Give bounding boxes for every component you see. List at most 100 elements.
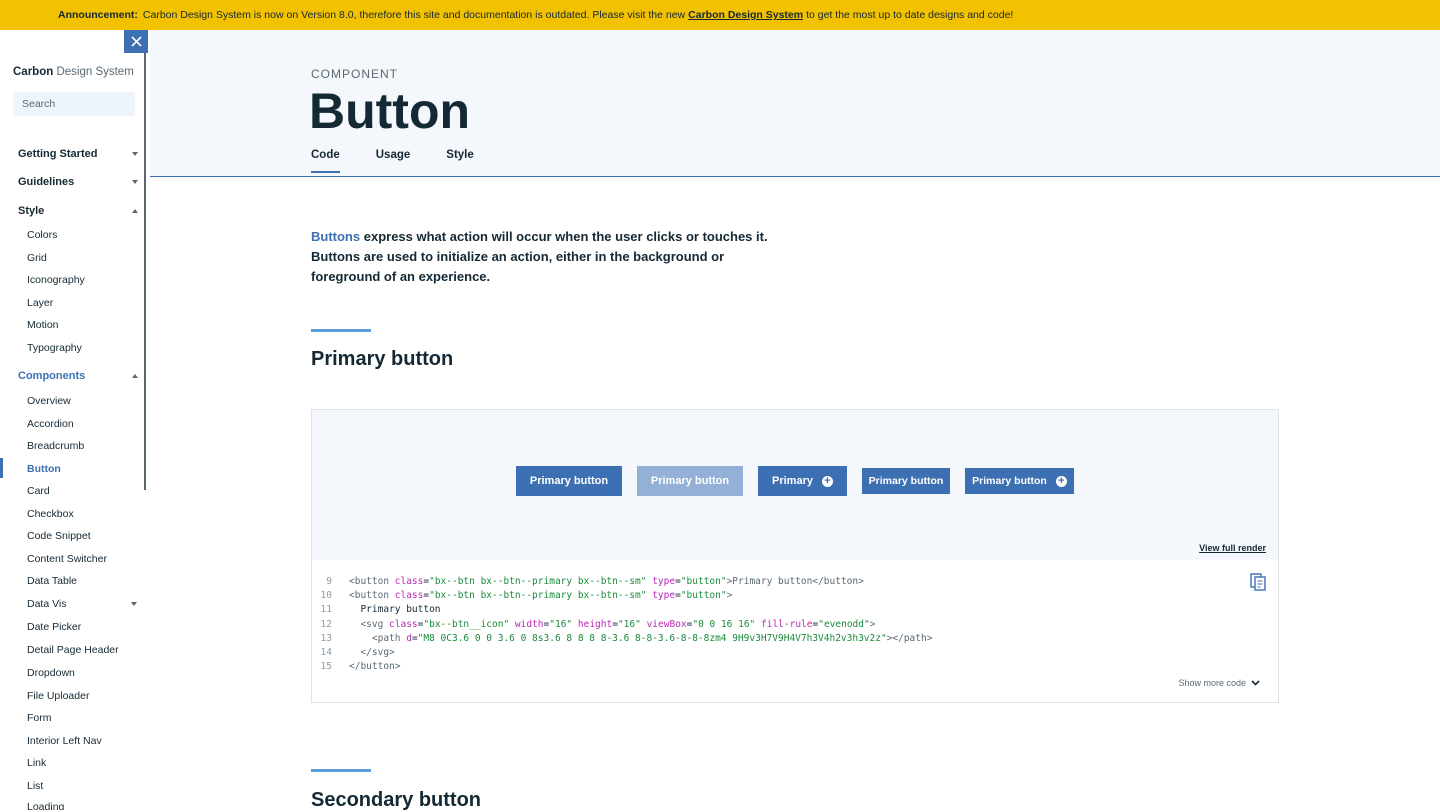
chevron-down-icon xyxy=(131,602,137,606)
announcement-text-end: to get the most up to date designs and c… xyxy=(806,9,1014,21)
code-token: "button" xyxy=(680,590,727,601)
sidebar-item-detail-page-header[interactable]: Detail Page Header xyxy=(27,644,137,656)
announcement-text: Carbon Design System is now on Version 8… xyxy=(142,9,686,21)
sidebar-item-data-table[interactable]: Data Table xyxy=(27,575,137,587)
code-token: class xyxy=(394,576,424,587)
sidebar-item-list[interactable]: List xyxy=(27,780,137,792)
code-token: <path xyxy=(349,633,407,644)
demo-primary-icon-button-small[interactable]: Primary button + xyxy=(965,468,1074,494)
code-token: "16" xyxy=(549,619,573,630)
button-label: Primary button xyxy=(868,475,944,487)
sidebar-scrollbar[interactable] xyxy=(144,30,146,490)
sidebar-item-form[interactable]: Form xyxy=(27,712,137,724)
buttons-link[interactable]: Buttons xyxy=(311,229,360,244)
component-demo: Primary button Primary button Primary + P… xyxy=(311,409,1279,703)
chevron-up-icon xyxy=(132,374,138,378)
line-number: 13 xyxy=(320,633,332,644)
nav-section-guidelines[interactable]: Guidelines xyxy=(18,176,138,188)
demo-primary-button[interactable]: Primary button xyxy=(516,466,622,496)
nav-section-style[interactable]: Style xyxy=(18,205,138,217)
sidebar-item-layer[interactable]: Layer xyxy=(27,297,137,309)
button-label: Primary button xyxy=(972,475,1047,487)
brand-light: Design System xyxy=(56,66,134,78)
sidebar-item-iconography[interactable]: Iconography xyxy=(27,274,137,286)
chevron-up-icon xyxy=(132,209,138,213)
code-token: "button" xyxy=(680,576,727,587)
sidebar-item-interior-left-nav[interactable]: Interior Left Nav xyxy=(27,735,137,747)
page-title: Button xyxy=(309,83,471,139)
sidebar-item-colors[interactable]: Colors xyxy=(27,229,137,241)
button-label: Primary button xyxy=(650,475,730,487)
code-line: 12 <svg class = "bx--btn__icon" width = "16"… xyxy=(312,619,876,633)
code-token: type xyxy=(652,576,676,587)
show-more-code-button[interactable]: Show more code xyxy=(1178,678,1260,688)
chevron-down-icon xyxy=(132,180,138,184)
sidebar-item-data-vis[interactable]: Data Vis xyxy=(27,598,137,610)
sidebar-item-label: Motion xyxy=(27,319,59,331)
tab-code[interactable]: Code xyxy=(311,149,340,173)
code-token: >Primary button</button> xyxy=(726,576,864,587)
sidebar-item-grid[interactable]: Grid xyxy=(27,252,137,264)
announcement-link[interactable]: Carbon Design System xyxy=(688,9,803,21)
line-number: 15 xyxy=(320,661,332,672)
code-token: ></path> xyxy=(886,633,933,644)
copy-icon[interactable] xyxy=(1250,573,1266,591)
sidebar-item-overview[interactable]: Overview xyxy=(27,395,137,407)
button-label: Primary button xyxy=(529,475,609,487)
section-rule xyxy=(311,329,371,332)
sidebar-item-checkbox[interactable]: Checkbox xyxy=(27,508,137,520)
sidebar-item-card[interactable]: Card xyxy=(27,485,137,497)
code-line: 9 <button class = "bx--btn bx--btn--primar… xyxy=(312,576,864,590)
sidebar-item-label: Iconography xyxy=(27,274,85,286)
sidebar-item-content-switcher[interactable]: Content Switcher xyxy=(27,553,137,565)
sidebar-item-label: Loading xyxy=(27,801,65,810)
code-token: class xyxy=(389,619,418,630)
demo-primary-icon-button[interactable]: Primary + xyxy=(758,466,847,496)
sidebar-item-typography[interactable]: Typography xyxy=(27,342,137,354)
sidebar-item-breadcrumb[interactable]: Breadcrumb xyxy=(27,440,137,452)
section-title-secondary: Secondary button xyxy=(311,789,482,811)
tab-usage[interactable]: Usage xyxy=(376,149,411,173)
sidebar-item-file-uploader[interactable]: File Uploader xyxy=(27,690,137,702)
search-input[interactable] xyxy=(13,92,135,116)
sidebar-item-loading[interactable]: Loading xyxy=(27,801,137,810)
sidebar-item-label: Overview xyxy=(27,395,71,407)
intro-paragraph: Buttons express what action will occur w… xyxy=(311,227,771,287)
add-icon: + xyxy=(821,475,833,487)
brand-logo[interactable]: Carbon Design System xyxy=(13,66,134,78)
sidebar-item-label: Form xyxy=(27,712,52,724)
sidebar-item-label: Typography xyxy=(27,342,82,354)
code-token: "M8 0C3.6 0 0 3.6 0 8s3.6 8 8 8 8-3.6 8-… xyxy=(417,633,887,644)
close-sidebar-button[interactable] xyxy=(124,30,148,53)
demo-primary-button-small[interactable]: Primary button xyxy=(862,468,950,494)
sidebar-item-date-picker[interactable]: Date Picker xyxy=(27,621,137,633)
view-full-render-link[interactable]: View full render xyxy=(1199,543,1266,553)
sidebar-item-code-snippet[interactable]: Code Snippet xyxy=(27,530,137,542)
sidebar-item-label: File Uploader xyxy=(27,690,90,702)
sidebar-item-motion[interactable]: Motion xyxy=(27,319,137,331)
sidebar-item-button[interactable]: Button xyxy=(27,463,137,475)
code-token: class xyxy=(394,590,424,601)
nav-section-getting-started[interactable]: Getting Started xyxy=(18,148,138,160)
close-icon xyxy=(130,36,142,47)
sidebar-item-link[interactable]: Link xyxy=(27,757,137,769)
sidebar-item-label: List xyxy=(27,780,44,792)
nav-section-label: Getting Started xyxy=(18,148,98,160)
code-line: 10 <button class = "bx--btn bx--btn--prima… xyxy=(312,590,733,604)
tab-style[interactable]: Style xyxy=(446,149,474,173)
code-line: 15 </button> xyxy=(312,661,401,675)
code-token: > xyxy=(726,590,733,601)
section-rule xyxy=(311,769,371,772)
line-number: 14 xyxy=(320,647,332,658)
intro-text: express what action will occur when the … xyxy=(311,229,768,284)
sidebar: Carbon Design System Getting Started Gui… xyxy=(0,30,150,810)
code-line: 13 <path d = "M8 0C3.6 0 0 3.6 0 8s3.6 8 8… xyxy=(312,633,933,647)
code-token: type xyxy=(652,590,676,601)
sidebar-item-label: Link xyxy=(27,757,47,769)
demo-render-area: Primary button Primary button Primary + P… xyxy=(312,410,1278,560)
sidebar-item-label: Code Snippet xyxy=(27,530,91,542)
sidebar-item-dropdown[interactable]: Dropdown xyxy=(27,667,137,679)
nav-section-components[interactable]: Components xyxy=(18,370,138,382)
code-snippet: 9 <button class = "bx--btn bx--btn--primar… xyxy=(312,560,1278,702)
sidebar-item-accordion[interactable]: Accordion xyxy=(27,418,137,430)
